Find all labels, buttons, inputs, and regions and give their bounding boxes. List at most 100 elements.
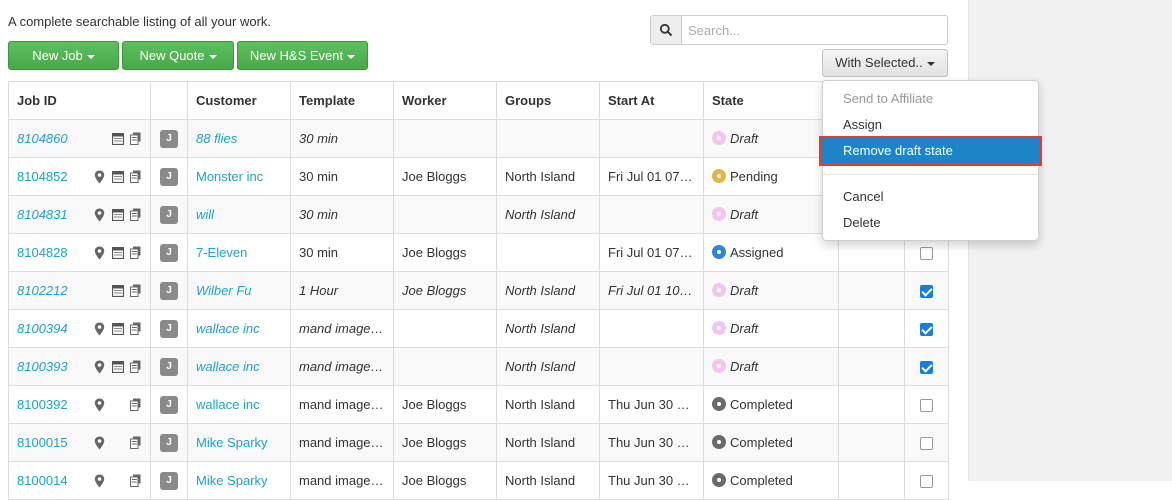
calendar-icon[interactable] [111,208,124,222]
menu-item-assign[interactable]: Assign [823,112,1038,138]
new-hs-event-button[interactable]: New H&S Event [237,41,368,70]
table-row[interactable]: 8100015 J Mike Sparky mand image… Joe Bloggs… [8,423,949,462]
cell-type: J [150,233,188,272]
map-pin-icon[interactable] [93,398,106,412]
cell-worker: Joe Bloggs [393,271,497,310]
table-row[interactable]: 8100393 Jwallace inc mand image… North Isla… [8,347,949,386]
cell-job-id: 8100392 [8,385,151,424]
calendar-icon[interactable] [111,170,124,184]
row-select-checkbox[interactable] [920,247,933,261]
job-id-link[interactable]: 8100393 [17,359,68,374]
menu-item-remove-draft-state[interactable]: Remove draft state [819,136,1042,166]
job-type-badge: J [160,434,178,452]
copy-icon[interactable] [129,246,142,260]
new-job-button[interactable]: New Job [8,41,119,70]
column-header-groups[interactable]: Groups [496,81,600,120]
search-input[interactable] [682,16,947,44]
job-id-link[interactable]: 8100015 [17,435,68,450]
customer-link[interactable]: Mike Sparky [196,435,268,450]
row-select-checkbox[interactable] [920,475,933,489]
customer-link[interactable]: wallace inc [196,321,260,336]
table-row[interactable]: 8104831 Jwill 30 min North Island Draft [8,195,949,234]
cell-type: J [150,271,188,310]
row-select-checkbox[interactable] [920,437,933,451]
calendar-icon[interactable] [111,246,124,260]
map-pin-icon[interactable] [93,322,106,336]
customer-link[interactable]: Wilber Fu [196,283,252,298]
customer-link[interactable]: 88 flies [196,131,237,146]
row-select-checkbox[interactable] [920,361,933,375]
copy-icon[interactable] [129,284,142,298]
row-select-checkbox[interactable] [920,399,933,413]
new-hs-event-label: New H&S Event [249,48,344,63]
copy-icon[interactable] [129,170,142,184]
job-id-link[interactable]: 8100394 [17,321,68,336]
column-header-customer[interactable]: Customer [187,81,291,120]
job-id-link[interactable]: 8104852 [17,169,68,184]
customer-link[interactable]: wallace inc [196,397,260,412]
cell-select [904,423,949,462]
calendar-icon[interactable] [111,284,124,298]
job-type-badge: J [160,396,178,414]
state-dot-icon [712,207,726,221]
column-header-worker[interactable]: Worker [393,81,497,120]
table-row[interactable]: 8104852 J Monster inc 30 min Joe Bloggs North… [8,157,949,196]
map-pin-icon[interactable] [93,208,106,222]
customer-link[interactable]: will [196,207,214,222]
cell-groups [496,119,600,158]
customer-link[interactable]: 7-Eleven [196,245,247,260]
map-pin-icon[interactable] [93,436,106,450]
calendar-icon[interactable] [111,132,124,146]
state-label: Completed [730,397,793,412]
copy-icon[interactable] [129,132,142,146]
page-intro: A complete searchable listing of all you… [8,14,272,29]
customer-link[interactable]: wallace inc [196,359,260,374]
map-pin-icon[interactable] [93,132,106,146]
calendar-icon[interactable] [111,360,124,374]
cell-template: mand image… [290,423,394,462]
job-id-link[interactable]: 8104828 [17,245,68,260]
map-pin-icon[interactable] [93,246,106,260]
copy-icon[interactable] [129,436,142,450]
copy-icon[interactable] [129,208,142,222]
map-pin-icon[interactable] [93,170,106,184]
search-icon[interactable] [651,16,682,44]
column-header-state[interactable]: State [703,81,839,120]
caret-down-icon [86,54,95,59]
new-quote-button[interactable]: New Quote [122,41,234,70]
copy-icon[interactable] [129,360,142,374]
state-label: Draft [730,131,759,146]
job-id-link[interactable]: 8104831 [17,207,68,222]
table-row[interactable]: 8100394 Jwallace inc mand image… North Isla… [8,309,949,348]
calendar-icon[interactable] [111,398,124,412]
cell-start-at [599,309,704,348]
state-label: Draft [730,321,759,336]
copy-icon[interactable] [129,322,142,336]
with-selected-button[interactable]: With Selected.. [822,49,948,77]
customer-link[interactable]: Monster inc [196,169,263,184]
job-id-link[interactable]: 8104860 [17,131,68,146]
map-pin-icon[interactable] [93,360,106,374]
calendar-icon[interactable] [111,436,124,450]
table-row[interactable]: 8102212 J Wilber Fu 1 Hour Joe Bloggs North I… [8,271,949,310]
job-id-link[interactable]: 8100392 [17,397,68,412]
column-header-start-at[interactable]: Start At [599,81,704,120]
copy-icon[interactable] [129,398,142,412]
state-dot-icon [712,169,726,183]
column-header-template[interactable]: Template [290,81,394,120]
column-header-job-id[interactable]: Job ID [8,81,151,120]
with-selected-label: With Selected.. [835,55,923,70]
cell-state: Draft [703,347,839,386]
row-select-checkbox[interactable] [920,323,933,337]
table-row[interactable]: 8100392 Jwallace inc mand image… Joe Bloggs… [8,385,949,424]
map-pin-icon[interactable] [93,284,106,298]
menu-item-cancel[interactable]: Cancel [823,184,1038,210]
table-row[interactable]: 8104860 J 88 flies 30 min Draft [8,119,949,158]
table-row[interactable]: 8104828 J 7-Eleven 30 min Joe Bloggs Fri Jul … [8,233,949,272]
row-select-checkbox[interactable] [920,285,933,299]
job-id-link[interactable]: 8102212 [17,283,68,298]
cell-start-at: Fri Jul 01 10:… [599,271,704,310]
calendar-icon[interactable] [111,322,124,336]
job-type-badge: J [160,282,178,300]
menu-item-delete[interactable]: Delete [823,210,1038,236]
